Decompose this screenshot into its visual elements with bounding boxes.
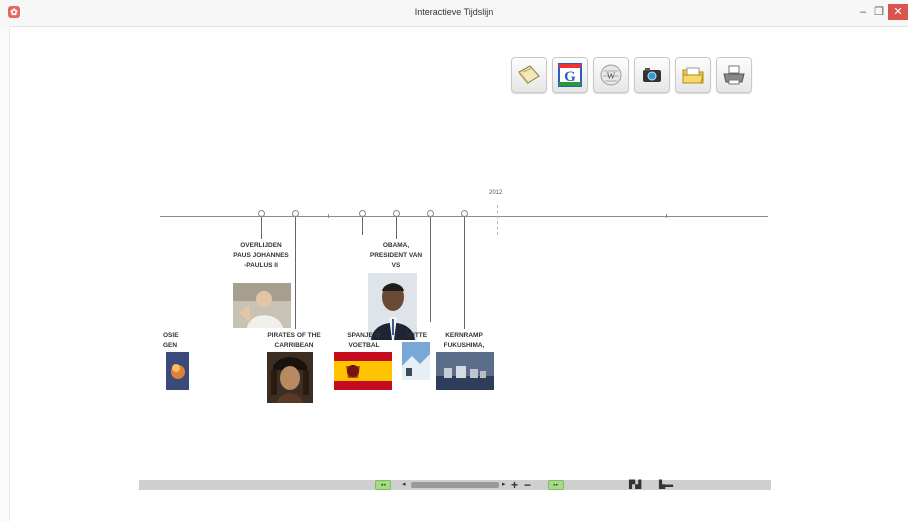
google-search-icon: G bbox=[558, 63, 582, 87]
event-label-spain[interactable]: SPANJE W VOETBAL bbox=[331, 331, 397, 351]
event-node[interactable] bbox=[258, 210, 265, 217]
wikipedia-icon: W bbox=[600, 64, 622, 86]
event-image-witte[interactable] bbox=[402, 342, 430, 380]
maximize-button[interactable]: ❐ bbox=[872, 4, 886, 20]
event-label-partial[interactable]: OSIE GEN bbox=[163, 331, 193, 351]
event-node[interactable] bbox=[427, 210, 434, 217]
close-button[interactable]: ✕ bbox=[888, 4, 908, 20]
arrow-right-button[interactable]: ▸ bbox=[502, 480, 506, 490]
scroll-forward-button[interactable]: ▸▸ bbox=[548, 480, 564, 490]
svg-text:W: W bbox=[607, 71, 616, 81]
event-connector bbox=[362, 217, 363, 235]
event-label-obama[interactable]: OBAMA, PRESIDENT VAN VS bbox=[360, 241, 432, 271]
event-image-explosion[interactable] bbox=[166, 352, 189, 390]
minimize-button[interactable]: – bbox=[856, 4, 870, 20]
event-node[interactable] bbox=[359, 210, 366, 217]
event-label-pirates[interactable]: PIRATES OF THE CARRIBEAN bbox=[262, 331, 326, 351]
svg-text:G: G bbox=[564, 69, 576, 85]
event-image-pirates[interactable] bbox=[267, 352, 313, 403]
event-connector bbox=[295, 217, 296, 329]
camera-button[interactable] bbox=[634, 57, 670, 93]
arrow-left-button[interactable]: ◂ bbox=[402, 480, 406, 490]
google-search-button[interactable]: G bbox=[552, 57, 588, 93]
notebook-button[interactable] bbox=[511, 57, 547, 93]
event-connector bbox=[464, 217, 465, 329]
toolbar: G W bbox=[511, 57, 752, 93]
window-title: Interactieve Tijdslijn bbox=[414, 7, 494, 17]
timeline-slider[interactable] bbox=[411, 482, 499, 488]
event-label-witte[interactable]: WITTE bbox=[404, 331, 430, 341]
axis-tick bbox=[328, 214, 329, 218]
printer-icon bbox=[723, 65, 745, 85]
navigation-bar: ◂◂ ◂ ▸ + − ▸▸ ▛▟ ▙▬ bbox=[139, 478, 771, 492]
event-node[interactable] bbox=[461, 210, 468, 217]
zoom-out-button[interactable]: − bbox=[524, 478, 531, 492]
wikipedia-button[interactable]: W bbox=[593, 57, 629, 93]
event-connector bbox=[261, 217, 262, 239]
left-edge bbox=[0, 26, 10, 521]
year-label: 2012 bbox=[489, 190, 503, 196]
event-image-spain-flag[interactable] bbox=[334, 352, 392, 390]
layout-icon[interactable]: ▛▟ bbox=[629, 480, 641, 490]
settings-icon[interactable]: ▙▬ bbox=[659, 480, 673, 490]
event-image-fukushima[interactable] bbox=[436, 352, 494, 390]
event-connector bbox=[396, 217, 397, 239]
event-node[interactable] bbox=[393, 210, 400, 217]
event-image-pope[interactable] bbox=[233, 283, 291, 328]
scroll-back-button[interactable]: ◂◂ bbox=[375, 480, 391, 490]
axis-tick bbox=[666, 214, 667, 218]
folder-icon bbox=[682, 67, 704, 84]
camera-icon bbox=[643, 68, 661, 82]
folder-button[interactable] bbox=[675, 57, 711, 93]
zoom-in-button[interactable]: + bbox=[511, 478, 518, 492]
title-bar: ✿ Interactieve Tijdslijn – ❐ ✕ bbox=[0, 0, 908, 27]
event-node[interactable] bbox=[292, 210, 299, 217]
notebook-icon bbox=[518, 65, 540, 85]
event-image-obama[interactable] bbox=[368, 273, 417, 340]
event-label-fukushima[interactable]: KERNRAMP FUKUSHIMA, bbox=[435, 331, 493, 351]
event-label-pope[interactable]: OVERLIJDEN PAUS JOHANNES -PAULUS II bbox=[226, 241, 296, 271]
current-year-marker bbox=[497, 205, 498, 235]
printer-button[interactable] bbox=[716, 57, 752, 93]
